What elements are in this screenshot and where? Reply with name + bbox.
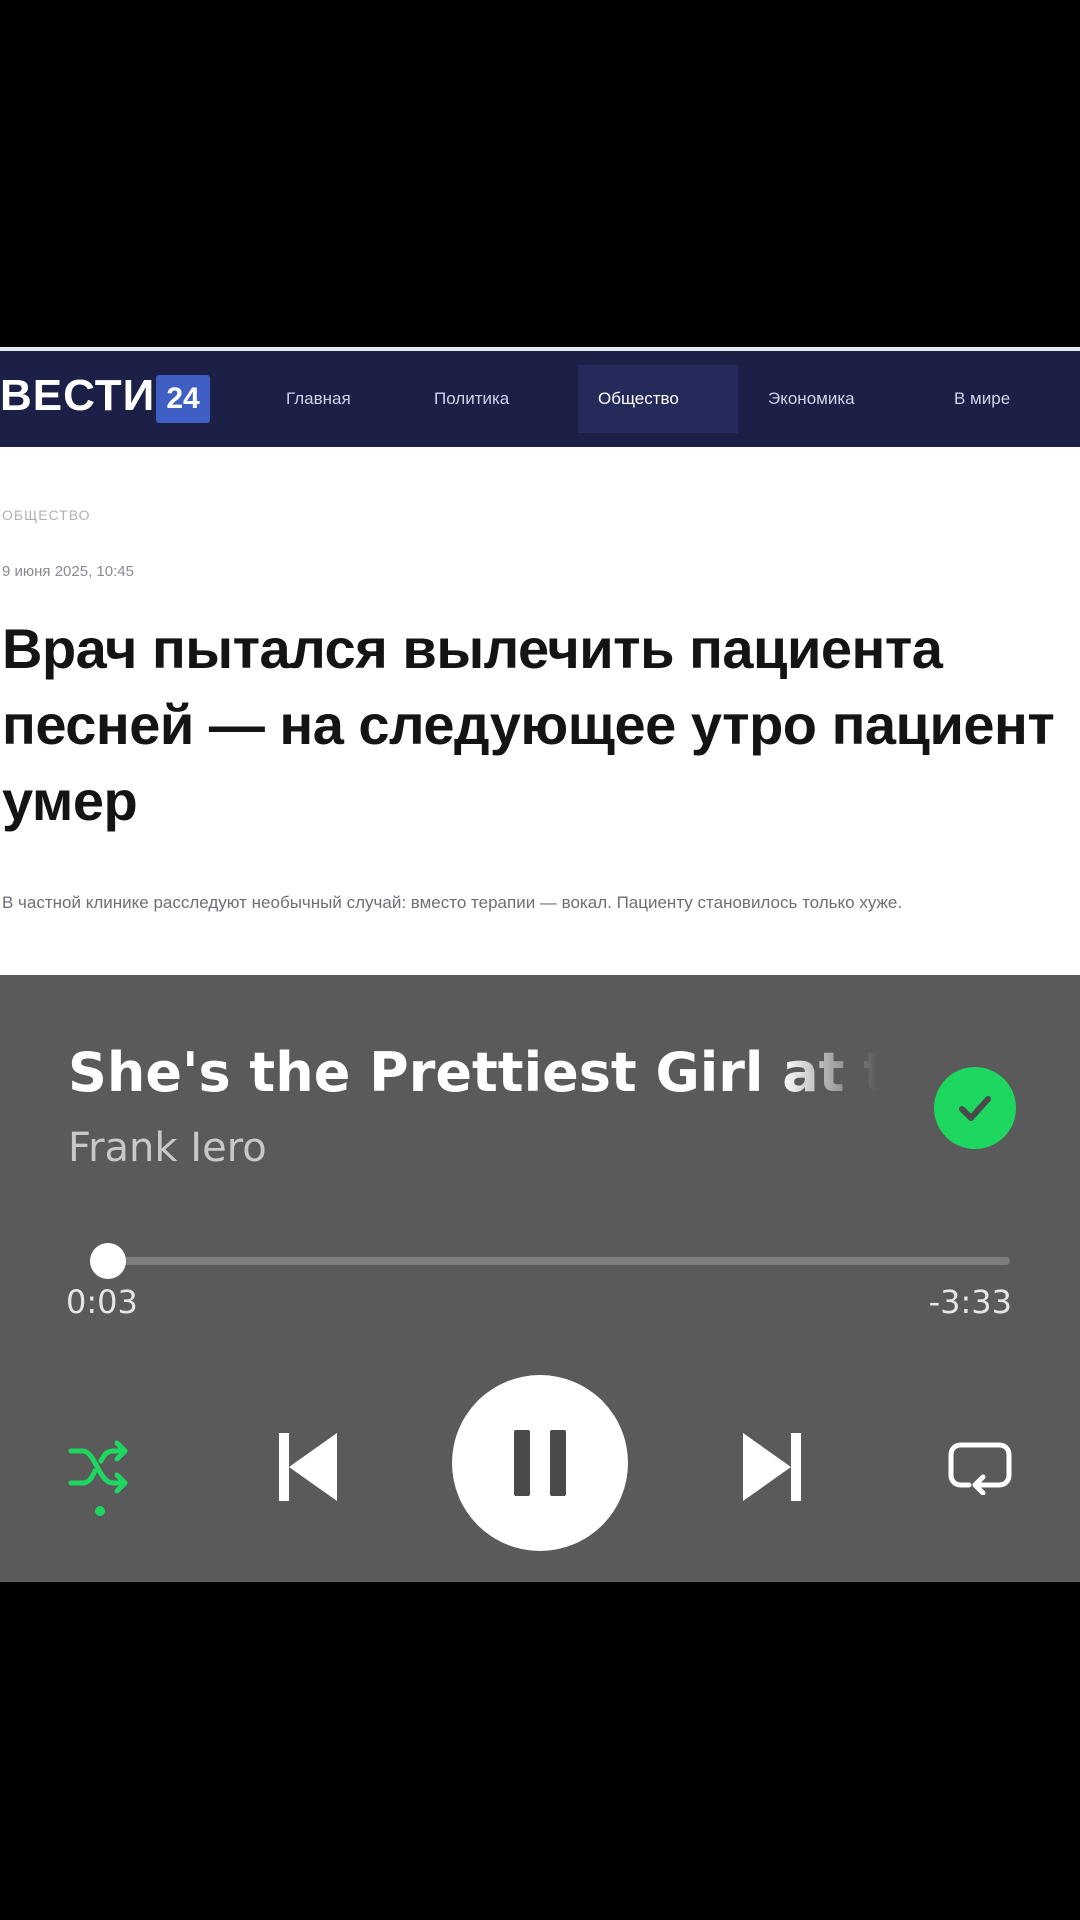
shuffle-icon	[68, 1440, 128, 1494]
liked-button[interactable]	[934, 1067, 1016, 1149]
next-track-button[interactable]	[732, 1427, 812, 1507]
repeat-button[interactable]	[940, 1427, 1020, 1507]
article-section-label[interactable]: ОБЩЕСТВО	[2, 507, 91, 523]
music-player: She's the Prettiest Girl at the Party Fr…	[0, 975, 1080, 1582]
skip-next-icon	[743, 1433, 801, 1501]
nav-item-economy[interactable]: Экономика	[768, 383, 855, 415]
nav-item-home[interactable]: Главная	[286, 383, 351, 415]
check-icon	[959, 1096, 991, 1121]
article-date: 9 июня 2025, 10:45	[2, 563, 134, 580]
progress-bar[interactable]	[90, 1257, 1010, 1265]
progress-handle[interactable]	[90, 1243, 127, 1279]
nav-item-society[interactable]: Общество	[598, 383, 679, 415]
nav-item-politics[interactable]: Политика	[434, 383, 509, 415]
repeat-icon	[948, 1442, 1012, 1495]
track-title[interactable]: She's the Prettiest Girl at the Party	[68, 1041, 878, 1104]
article-headline: Врач пытался вылечить пациента песней — …	[2, 617, 1055, 832]
site-logo-text[interactable]: ВЕСТИ	[0, 371, 155, 421]
shuffle-active-indicator	[95, 1506, 105, 1516]
play-pause-button[interactable]	[452, 1375, 628, 1551]
remaining-time: -3:33	[928, 1283, 1012, 1321]
article-lede: В частной клинике расследуют необычный с…	[2, 893, 903, 912]
elapsed-time: 0:03	[66, 1283, 138, 1321]
site-logo-badge[interactable]: 24	[156, 375, 210, 423]
nav-item-world[interactable]: В мире	[954, 383, 1010, 415]
skip-previous-icon	[279, 1433, 337, 1501]
news-article-screenshot: ВЕСТИ 24 Главная Политика Общество Эконо…	[0, 347, 1080, 975]
shuffle-button[interactable]	[60, 1427, 140, 1507]
previous-track-button[interactable]	[268, 1427, 348, 1507]
track-artist[interactable]: Frank Iero	[68, 1125, 267, 1171]
news-site-header: ВЕСТИ 24 Главная Политика Общество Эконо…	[0, 351, 1080, 447]
pause-icon	[514, 1430, 566, 1496]
